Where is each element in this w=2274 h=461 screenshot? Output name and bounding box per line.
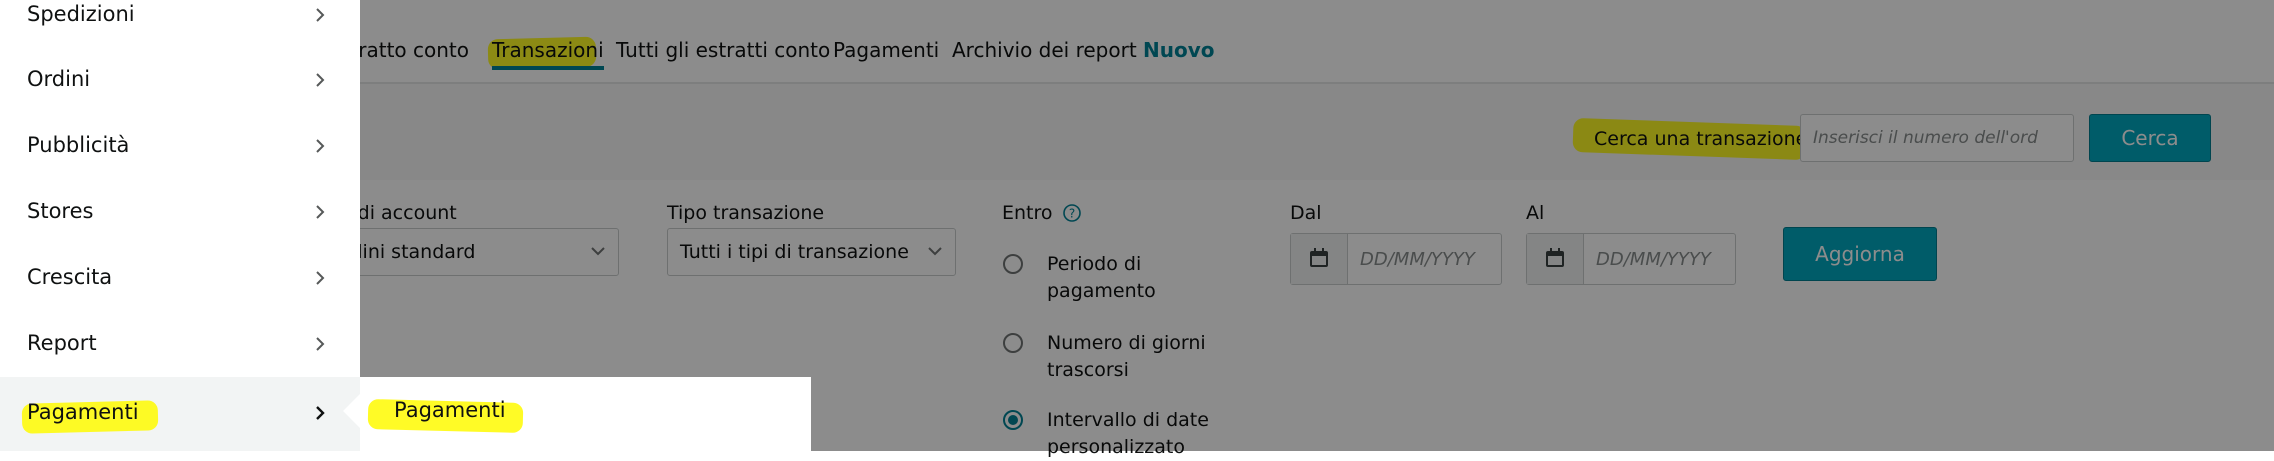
chevron-right-icon — [316, 139, 325, 153]
menu-item-spedizioni[interactable]: Spedizioni — [0, 0, 360, 48]
menu-item-label: Spedizioni — [27, 2, 135, 26]
menu-item-label: Ordini — [27, 67, 91, 91]
submenu-item-pagamenti[interactable]: Pagamenti — [394, 398, 506, 422]
chevron-right-icon — [316, 73, 325, 87]
menu-item-label: Pagamenti — [27, 400, 139, 424]
menu-item-report[interactable]: Report — [0, 311, 360, 377]
menu-item-label: Stores — [27, 199, 94, 223]
menu-item-label: Report — [27, 331, 97, 355]
chevron-right-icon — [316, 271, 325, 285]
nav-menu: Spedizioni Ordini Pubblicità Stores Cres… — [0, 0, 360, 451]
menu-item-crescita[interactable]: Crescita — [0, 245, 360, 311]
menu-item-stores[interactable]: Stores — [0, 179, 360, 245]
menu-item-label: Pubblicità — [27, 133, 130, 157]
chevron-right-icon — [316, 337, 325, 351]
menu-item-pagamenti[interactable]: Pagamenti — [0, 377, 360, 451]
menu-item-label: Crescita — [27, 265, 113, 289]
menu-item-pubblicita[interactable]: Pubblicità — [0, 113, 360, 179]
chevron-right-icon — [316, 8, 325, 22]
chevron-right-icon — [316, 406, 325, 420]
menu-item-ordini[interactable]: Ordini — [0, 47, 360, 113]
chevron-right-icon — [316, 205, 325, 219]
